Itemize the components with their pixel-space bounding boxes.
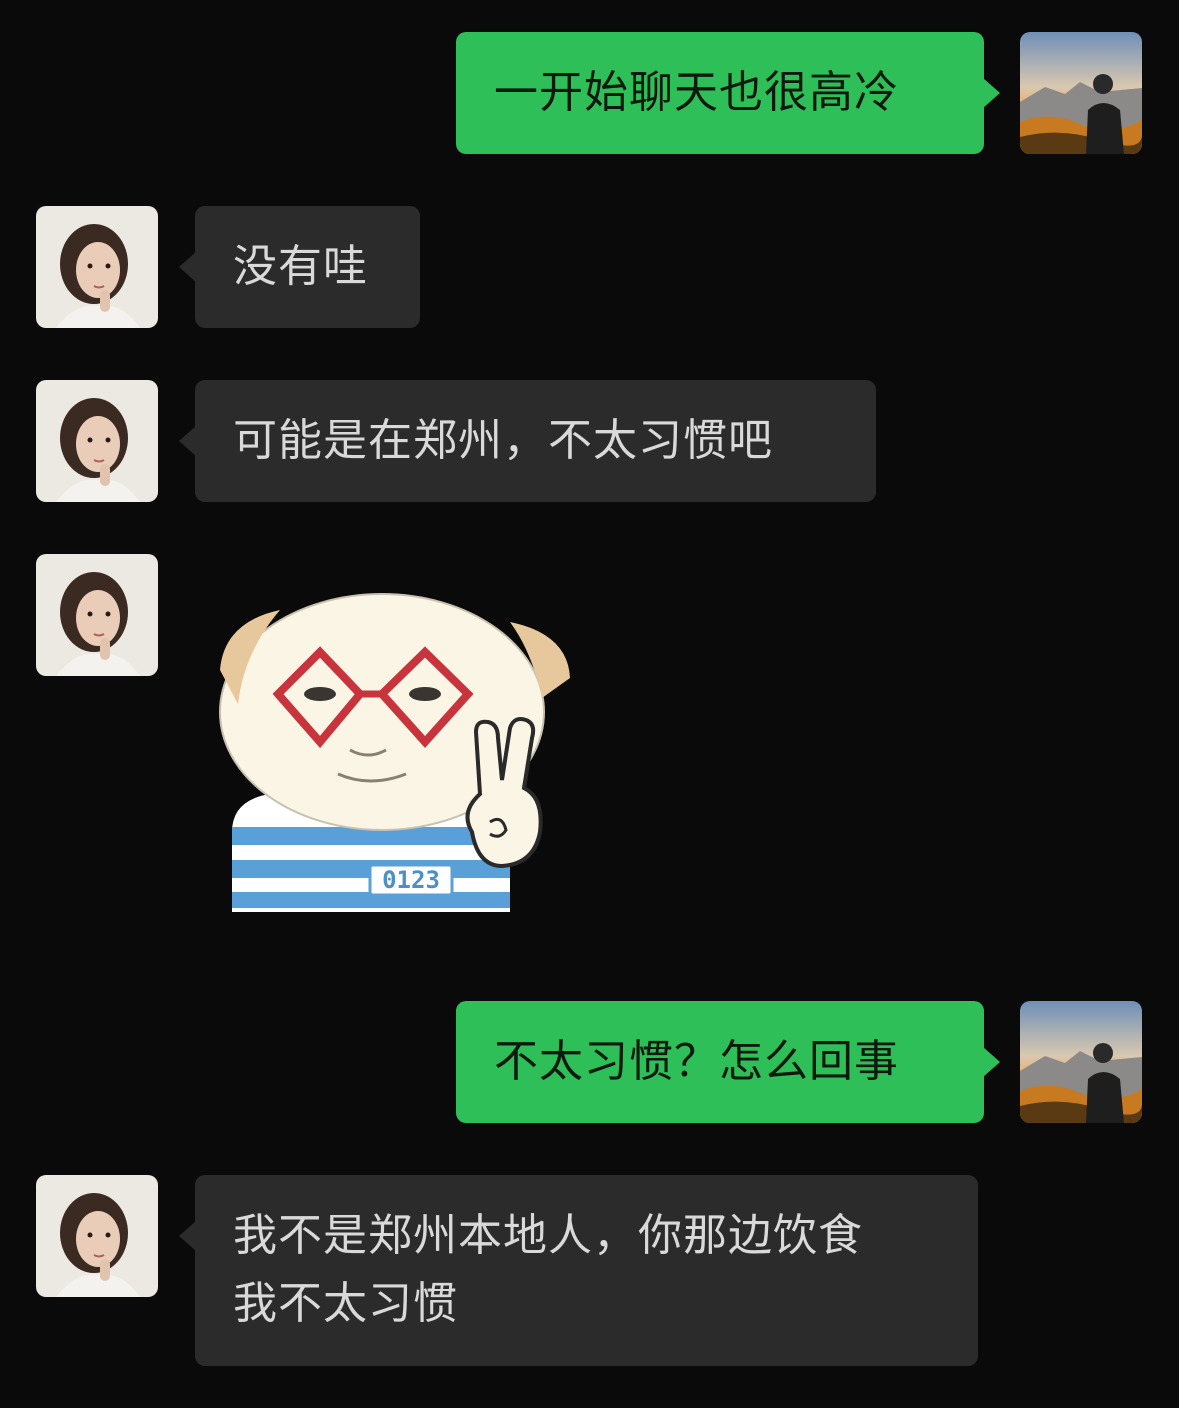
my-avatar[interactable]: [1020, 1001, 1142, 1123]
message-bubble-incoming[interactable]: 没有哇: [179, 206, 420, 328]
woman-portrait-avatar-icon: [36, 206, 158, 328]
woman-portrait-avatar-icon: [36, 554, 158, 676]
message-bubble-incoming[interactable]: 我不是郑州本地人，你那边饮食 我不太习惯: [179, 1175, 978, 1366]
my-avatar[interactable]: [1020, 32, 1142, 154]
her-avatar[interactable]: [36, 1175, 158, 1297]
message-bubble-outgoing[interactable]: 不太习惯？怎么回事: [456, 1001, 1000, 1123]
message-bubble-incoming[interactable]: 可能是在郑州，不太习惯吧: [179, 380, 876, 502]
mountain-sunrise-person-avatar-icon: [1020, 1001, 1142, 1123]
her-avatar[interactable]: [36, 554, 158, 676]
her-avatar[interactable]: [36, 206, 158, 328]
woman-portrait-avatar-icon: [36, 380, 158, 502]
sticker-message[interactable]: 0123: [210, 582, 580, 922]
chat-window: 一开始聊天也很高冷 没有哇 可能是在郑州，不太习惯吧 0123 不太习惯？怎么回…: [0, 0, 1179, 1408]
her-avatar[interactable]: [36, 380, 158, 502]
dog-with-glasses-peace-sign-icon: 0123: [219, 593, 570, 912]
shirt-number: 0123: [382, 866, 440, 894]
message-bubble-outgoing[interactable]: 一开始聊天也很高冷: [456, 32, 1000, 154]
woman-portrait-avatar-icon: [36, 1175, 158, 1297]
mountain-sunrise-person-avatar-icon: [1020, 32, 1142, 154]
